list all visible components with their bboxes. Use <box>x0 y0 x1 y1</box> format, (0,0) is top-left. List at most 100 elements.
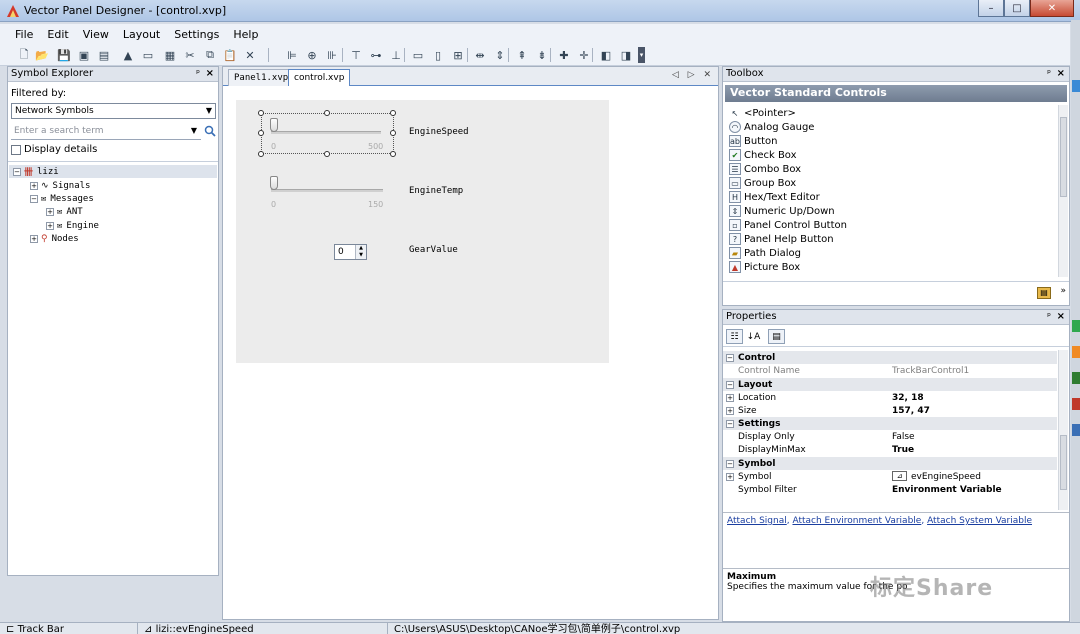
category-symbol[interactable]: − Symbol <box>723 457 1057 470</box>
chevron-down-icon[interactable]: ▼ <box>191 124 197 138</box>
tree-item-messages[interactable]: − ✉ Messages <box>30 192 94 205</box>
property-value[interactable]: False <box>892 432 915 442</box>
gear-value-numeric-updown[interactable]: 0 ▲ ▼ <box>334 244 367 260</box>
spin-arrows-icon[interactable]: ▲ ▼ <box>355 245 366 259</box>
taskbar-icon[interactable] <box>1072 372 1080 384</box>
categorized-icon[interactable]: ☷ <box>726 329 743 344</box>
toolbox-item-combo-box[interactable]: ☰ Combo Box <box>729 162 801 176</box>
taskbar-icon[interactable] <box>1072 80 1080 92</box>
tree-item-signals[interactable]: + ∿ Signals <box>30 179 90 192</box>
tree-item-engine[interactable]: + ✉ Engine <box>46 219 99 232</box>
menu-view[interactable]: View <box>76 28 116 41</box>
scrollbar-thumb[interactable] <box>1060 117 1067 197</box>
expand-icon[interactable]: + <box>46 207 54 216</box>
tree-item-ant[interactable]: + ✉ ANT <box>46 205 83 218</box>
center-horizontally-icon[interactable]: ⇞ <box>514 47 530 63</box>
taskbar-icon[interactable] <box>1072 424 1080 436</box>
property-row[interactable]: + Symbol evEngineSpeed ⊿ <box>723 470 1057 483</box>
expand-icon[interactable]: + <box>30 234 38 243</box>
align-left-icon[interactable]: ⊫ <box>284 47 300 63</box>
menu-file[interactable]: File <box>8 28 40 41</box>
toolbox-item-check-box[interactable]: ✔ Check Box <box>729 148 797 162</box>
toolbox-options-icon[interactable]: ▤ <box>1037 287 1051 299</box>
pin-icon[interactable]: ᵖ <box>1047 310 1051 324</box>
menu-edit[interactable]: Edit <box>40 28 75 41</box>
minimize-button[interactable]: – <box>978 0 1004 17</box>
align-right-icon[interactable]: ⊪ <box>324 47 340 63</box>
align-middle-icon[interactable]: ⊶ <box>368 47 384 63</box>
property-value[interactable]: 32, 18 <box>892 393 924 403</box>
search-input[interactable]: Enter a search term ▼ <box>11 124 201 140</box>
category-layout[interactable]: − Layout <box>723 378 1057 391</box>
attach-system-variable-link[interactable]: Attach System Variable <box>927 516 1032 526</box>
toolbox-item-hex-text-editor[interactable]: H Hex/Text Editor <box>729 190 820 204</box>
collapse-icon[interactable]: − <box>726 459 734 468</box>
panel-canvas[interactable]: 0 500 EngineSpeed 0 150 EngineTemp 0 ▲ ▼ … <box>236 100 609 363</box>
close-button[interactable]: ✕ <box>1030 0 1074 17</box>
menu-layout[interactable]: Layout <box>116 28 167 41</box>
filter-select[interactable]: Network Symbols ▼ <box>11 103 216 119</box>
open-panel-icon[interactable]: ▭ <box>140 47 156 63</box>
paste-icon[interactable]: 📋 <box>222 47 238 63</box>
save-all-icon[interactable]: ▤ <box>96 47 112 63</box>
toolbox-item-button[interactable]: ab Button <box>729 134 778 148</box>
same-height-icon[interactable]: ▯ <box>430 47 446 63</box>
collapse-icon[interactable]: − <box>726 380 734 389</box>
gear-value-field[interactable]: 0 <box>338 247 344 257</box>
align-top-icon[interactable]: ⊤ <box>348 47 364 63</box>
properties-scrollbar[interactable] <box>1058 350 1068 510</box>
align-bottom-icon[interactable]: ⊥ <box>388 47 404 63</box>
property-row[interactable]: + Size 157, 47 <box>723 404 1057 417</box>
save-icon[interactable]: 💾 <box>56 47 72 63</box>
new-file-icon[interactable]: 🗋 <box>16 47 32 63</box>
save-as-icon[interactable]: ▣ <box>76 47 92 63</box>
display-details-checkbox[interactable]: Display details <box>11 144 97 155</box>
open-folder-icon[interactable]: 📂 <box>34 47 50 63</box>
tree-item-lizi[interactable]: − 卌 lizi <box>9 165 217 178</box>
attach-signal-link[interactable]: Attach Signal <box>727 516 787 526</box>
scrollbar-thumb[interactable] <box>1060 435 1067 490</box>
property-row[interactable]: DisplayMinMax True <box>723 443 1057 456</box>
close-icon[interactable]: × <box>1057 310 1065 324</box>
horizontal-spacing-icon[interactable]: ⇹ <box>472 47 488 63</box>
taskbar-icon[interactable] <box>1072 320 1080 332</box>
property-value[interactable]: 157, 47 <box>892 406 930 416</box>
toolbox-item-numeric-updown[interactable]: ⇕ Numeric Up/Down <box>729 204 835 218</box>
same-width-icon[interactable]: ▭ <box>410 47 426 63</box>
toolbox-scrollbar[interactable] <box>1058 105 1068 277</box>
toolbox-item-pointer[interactable]: ↖ <Pointer> <box>729 106 796 120</box>
close-icon[interactable]: × <box>1057 67 1065 81</box>
property-row[interactable]: Display Only False <box>723 430 1057 443</box>
property-value[interactable]: True <box>892 445 914 455</box>
tab-navigation[interactable]: ◁ ▷ ✕ <box>672 70 714 80</box>
toolbox-item-picture-box[interactable]: ▲ Picture Box <box>729 260 800 274</box>
attach-env-variable-link[interactable]: Attach Environment Variable <box>792 516 921 526</box>
center-vertically-icon[interactable]: ⇟ <box>534 47 550 63</box>
pin-icon[interactable]: ᵖ <box>196 67 200 81</box>
move-up-icon[interactable]: ✛ <box>576 47 592 63</box>
engine-speed-trackbar[interactable]: 0 500 <box>261 114 391 154</box>
search-icon[interactable] <box>204 125 216 137</box>
category-settings[interactable]: − Settings <box>723 417 1057 430</box>
expand-icon[interactable]: + <box>726 472 734 481</box>
expand-icon[interactable]: + <box>726 406 734 415</box>
pin-icon[interactable]: ᵖ <box>1047 67 1051 81</box>
collapse-icon[interactable]: − <box>726 353 734 362</box>
align-center-icon[interactable]: ⊕ <box>304 47 320 63</box>
close-icon[interactable]: × <box>206 67 214 81</box>
tree-item-nodes[interactable]: + ⚲ Nodes <box>30 232 79 245</box>
property-value[interactable]: TrackBarControl1 <box>892 366 969 376</box>
copy-icon[interactable]: ⧉ <box>202 47 218 63</box>
collapse-icon[interactable]: − <box>726 419 734 428</box>
expand-icon[interactable]: + <box>30 181 38 190</box>
collapse-icon[interactable]: − <box>13 167 21 176</box>
menu-help[interactable]: Help <box>226 28 265 41</box>
property-pages-icon[interactable]: ▤ <box>768 329 785 344</box>
collapse-icon[interactable]: − <box>30 194 38 203</box>
engine-temp-trackbar[interactable]: 0 150 <box>261 173 391 213</box>
bring-to-front-icon[interactable]: ◧ <box>598 47 614 63</box>
sort-alpha-icon[interactable]: ↓A <box>745 329 762 344</box>
cut-icon[interactable]: ✂ <box>182 47 198 63</box>
maximize-button[interactable]: □ <box>1004 0 1030 17</box>
property-value[interactable]: Environment Variable <box>892 485 1002 495</box>
